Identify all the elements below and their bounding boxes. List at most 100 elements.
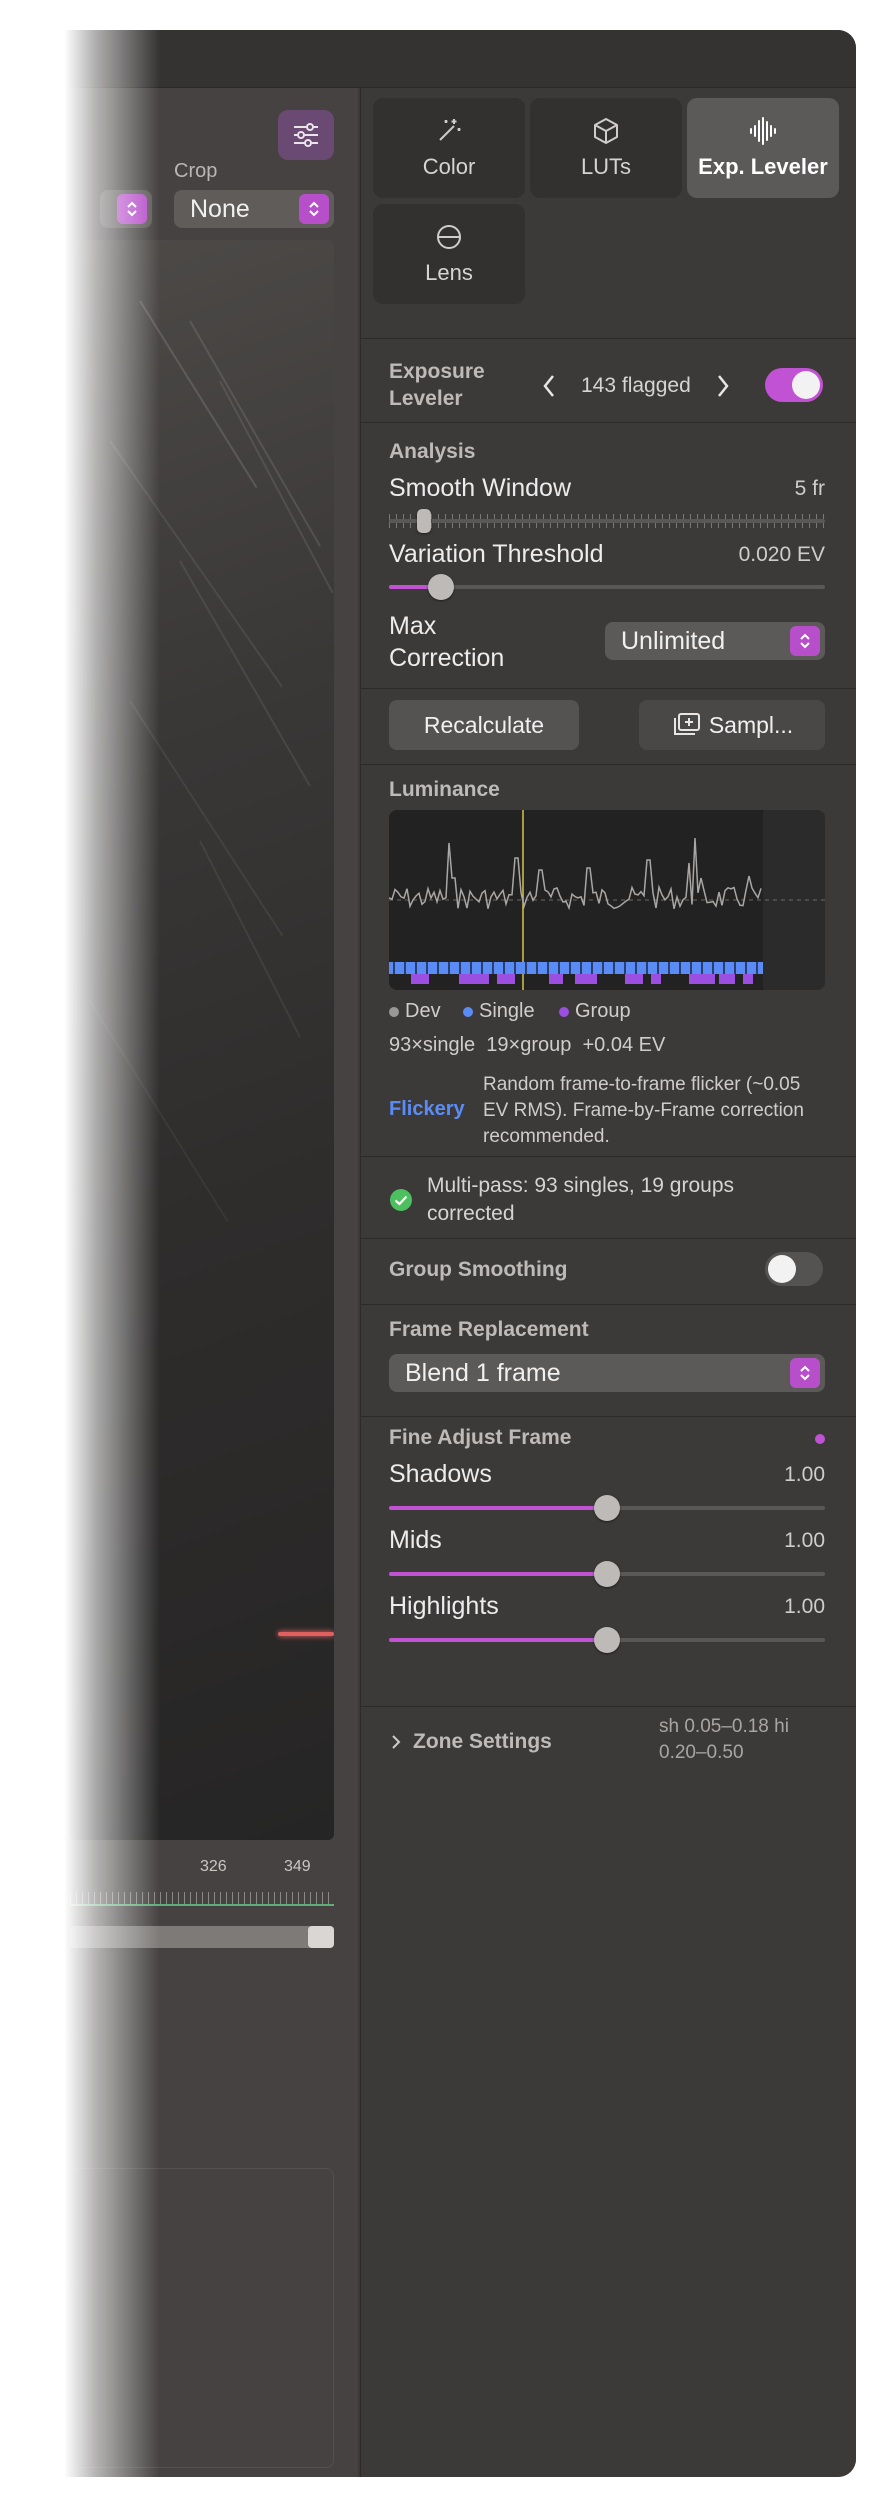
highlights-slider[interactable] <box>389 1627 825 1653</box>
highlights-thumb[interactable] <box>594 1627 620 1653</box>
sample-button[interactable]: Sampl... <box>639 700 825 750</box>
crop-select[interactable]: None <box>174 190 334 228</box>
variation-threshold-thumb[interactable] <box>428 574 455 600</box>
flicker-tag: Flickery <box>389 1098 465 1120</box>
flag-gap <box>646 962 648 974</box>
max-correction-select[interactable]: Unlimited <box>605 622 825 660</box>
analysis-heading: Analysis <box>389 440 476 463</box>
shadows-value: 1.00 <box>784 1463 825 1486</box>
chevron-right-icon[interactable] <box>715 373 731 399</box>
group-flag <box>625 974 643 984</box>
flag-gap <box>602 962 604 974</box>
fine-adjust-heading: Fine Adjust Frame <box>389 1426 572 1449</box>
app-window: Crop None 326 349 Color LUTs Exp. Levele… <box>0 30 856 2477</box>
zone-settings-label: Zone Settings <box>413 1730 552 1753</box>
highlights-value: 1.00 <box>784 1595 825 1618</box>
crop-value: None <box>190 194 250 223</box>
frame-replacement-heading: Frame Replacement <box>389 1318 589 1341</box>
flag-gap <box>415 962 417 974</box>
frame-replacement-select[interactable]: Blend 1 frame <box>389 1354 825 1392</box>
flag-gap <box>547 962 549 974</box>
zone-settings-summary: sh 0.05–0.18 hi 0.20–0.50 <box>659 1716 789 1763</box>
single-flag-bar <box>389 962 763 974</box>
flag-gap <box>514 962 516 974</box>
tab-color[interactable]: Color <box>373 98 525 198</box>
crop-label: Crop <box>174 160 218 182</box>
title-bar <box>0 30 856 88</box>
tab-luts[interactable]: LUTs <box>530 98 682 198</box>
flag-gap <box>734 962 736 974</box>
flag-gap <box>536 962 538 974</box>
flag-gap <box>624 962 626 974</box>
variation-threshold-slider[interactable] <box>389 574 825 600</box>
exposure-leveler-title: Exposure Leveler <box>389 360 485 410</box>
scrub-bar[interactable] <box>70 1926 334 1948</box>
flag-gap <box>591 962 593 974</box>
flag-gap <box>613 962 615 974</box>
image-viewer[interactable] <box>70 240 334 1840</box>
mids-slider[interactable] <box>389 1561 825 1587</box>
smooth-window-slider[interactable] <box>389 509 825 533</box>
flag-gap <box>701 962 703 974</box>
group-flag <box>651 974 661 984</box>
flag-gap <box>679 962 681 974</box>
stepper-icon <box>299 194 329 224</box>
flag-gap <box>668 962 670 974</box>
flag-gap <box>756 962 758 974</box>
luminance-graph[interactable] <box>389 810 825 990</box>
shadows-thumb[interactable] <box>594 1495 620 1521</box>
flagged-count: 143 flagged <box>581 374 691 397</box>
smooth-window-value: 5 fr <box>794 477 825 500</box>
legend-single: Single <box>463 1000 535 1023</box>
tab-exp-leveler[interactable]: Exp. Leveler <box>687 98 839 198</box>
legend-group-label: Group <box>575 1000 631 1022</box>
adjustments-button[interactable] <box>278 110 334 160</box>
flag-gap <box>558 962 560 974</box>
chevron-left-icon[interactable] <box>541 373 557 399</box>
zone-settings-disclosure[interactable]: Zone Settings <box>389 1730 552 1754</box>
shadows-label: Shadows <box>389 1460 492 1488</box>
flag-gap <box>437 962 439 974</box>
flicker-description: Random frame-to-frame flicker (~0.05 EV … <box>483 1074 804 1147</box>
lens-icon <box>437 225 461 249</box>
stepper-icon <box>117 194 147 224</box>
variation-threshold-label: Variation Threshold <box>389 540 604 568</box>
inspector-panel: Color LUTs Exp. Leveler Lens Exposure Le… <box>360 88 856 2477</box>
multipass-status: Multi-pass: 93 singles, 19 groups correc… <box>427 1174 734 1225</box>
flag-gap <box>723 962 725 974</box>
recalculate-button[interactable]: Recalculate <box>389 700 579 750</box>
flag-gap <box>569 962 571 974</box>
highlights-fill <box>389 1638 607 1642</box>
modified-indicator <box>815 1434 825 1444</box>
group-flag <box>549 974 563 984</box>
recalculate-label: Recalculate <box>423 711 545 738</box>
max-correction-value: Unlimited <box>621 626 726 655</box>
max-correction-label: Max Correction <box>389 612 505 672</box>
mids-label: Mids <box>389 1526 442 1554</box>
flag-gap <box>481 962 483 974</box>
mids-thumb[interactable] <box>594 1561 620 1587</box>
aspect-select[interactable] <box>100 190 152 228</box>
shadows-slider[interactable] <box>389 1495 825 1521</box>
scrub-handle[interactable] <box>308 1926 334 1948</box>
group-flag <box>497 974 515 984</box>
lower-panel <box>70 2168 334 2468</box>
stepper-icon <box>790 626 820 656</box>
flag-gap <box>426 962 428 974</box>
legend-single-label: Single <box>479 1000 535 1022</box>
playhead-marker <box>278 1632 334 1636</box>
group-smoothing-toggle[interactable] <box>765 1252 823 1286</box>
flag-gap <box>580 962 582 974</box>
mids-value: 1.00 <box>784 1529 825 1552</box>
legend-dev: Dev <box>389 1000 441 1023</box>
highlights-label: Highlights <box>389 1592 499 1620</box>
tab-lens[interactable]: Lens <box>373 204 525 304</box>
exposure-leveler-toggle[interactable] <box>765 368 823 402</box>
smooth-window-thumb[interactable] <box>417 509 431 533</box>
ruler-label: 326 <box>200 1858 227 1875</box>
flag-gap <box>525 962 527 974</box>
luminance-stats: 93×single 19×group +0.04 EV <box>389 1034 666 1056</box>
viewer-pane: Crop None 326 349 <box>0 88 358 2477</box>
timeline-ruler[interactable]: 326 349 <box>70 1858 334 1908</box>
smooth-window-label: Smooth Window <box>389 474 572 502</box>
